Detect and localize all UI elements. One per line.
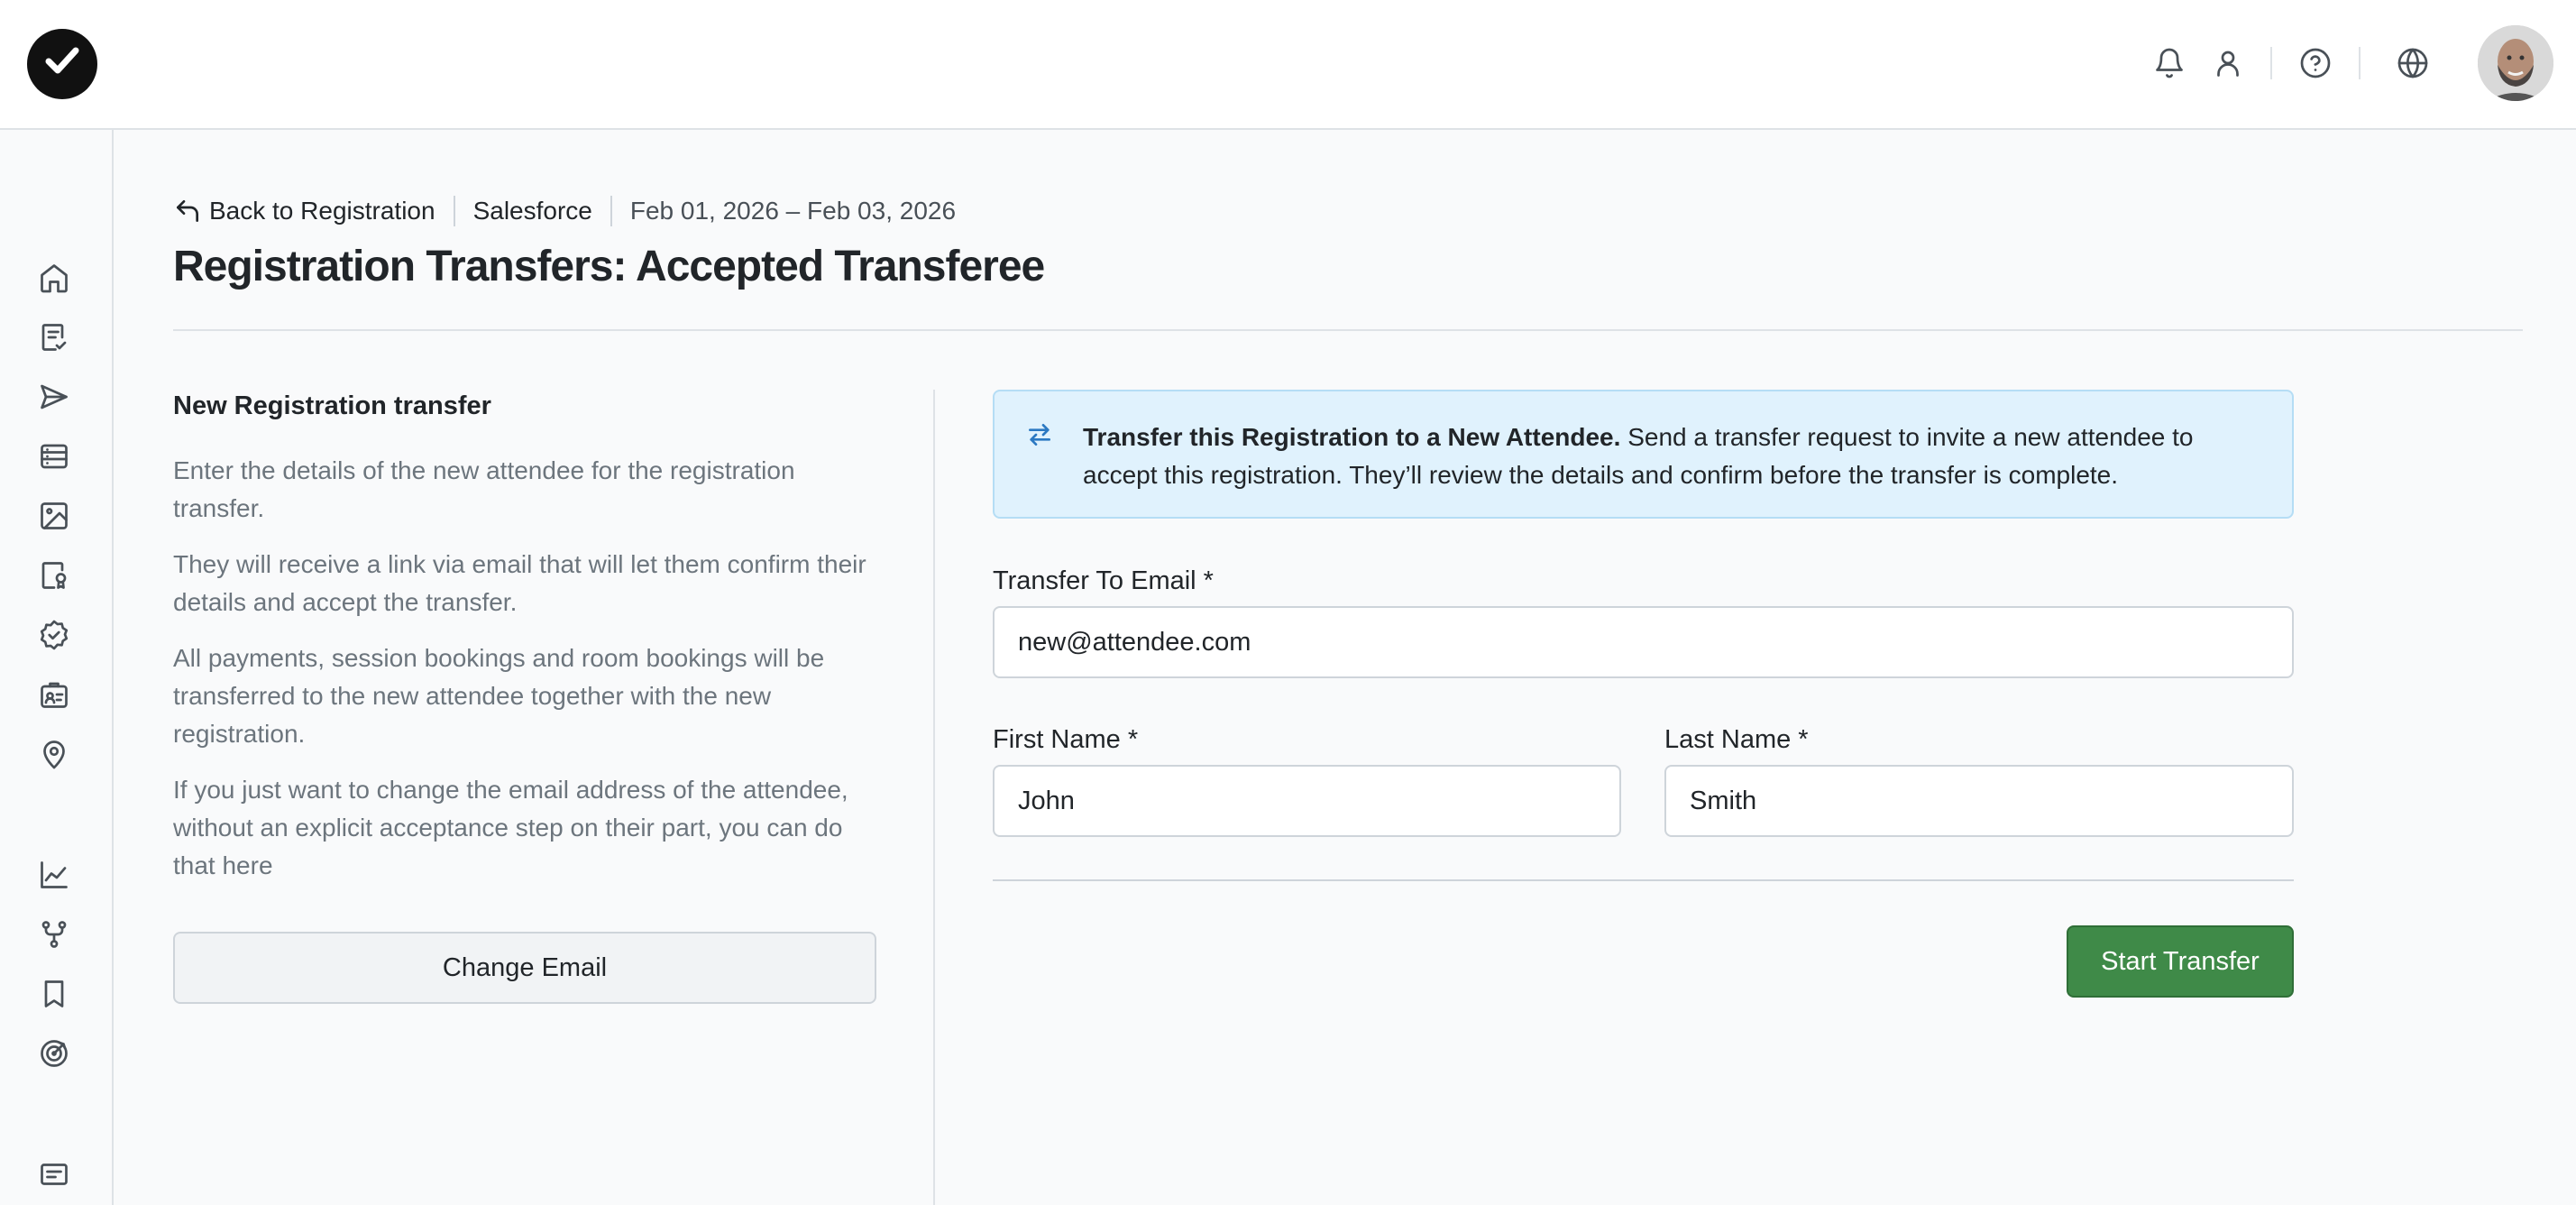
section-title: New Registration transfer <box>173 391 491 420</box>
sidebar <box>0 130 114 1205</box>
column-divider <box>933 390 935 1205</box>
back-to-registration-link[interactable]: Back to Registration <box>173 197 435 225</box>
help-icon[interactable] <box>2299 47 2332 79</box>
checklist-icon[interactable] <box>38 321 70 354</box>
breadcrumb-divider <box>610 196 612 226</box>
globe-icon[interactable] <box>2397 47 2429 79</box>
user-icon[interactable] <box>2212 47 2244 79</box>
header-divider <box>2359 47 2361 79</box>
check-logo-icon[interactable] <box>27 29 97 99</box>
breadcrumb-divider <box>453 196 455 226</box>
header-divider <box>2270 47 2272 79</box>
first-name-field[interactable] <box>993 765 1621 837</box>
avatar[interactable] <box>2478 25 2553 101</box>
last-name-field[interactable] <box>1664 765 2294 837</box>
alert-message: Transfer this Registration to a New Atte… <box>1083 419 2273 494</box>
instruction-paragraph: If you just want to change the email add… <box>173 776 848 879</box>
instruction-paragraph: Enter the details of the new attendee fo… <box>173 456 795 522</box>
breadcrumb: Back to Registration Salesforce Feb 01, … <box>173 193 956 229</box>
email-label: Transfer To Email * <box>993 566 1214 595</box>
last-name-label: Last Name * <box>1664 725 1809 754</box>
start-transfer-button[interactable]: Start Transfer <box>2067 925 2294 998</box>
bookmark-icon[interactable] <box>38 978 70 1010</box>
list-icon[interactable] <box>38 440 70 473</box>
info-alert: Transfer this Registration to a New Atte… <box>993 390 2294 519</box>
home-icon[interactable] <box>38 262 70 294</box>
form-divider <box>993 879 2294 881</box>
back-link-label: Back to Registration <box>209 197 435 225</box>
target-icon[interactable] <box>38 1037 70 1070</box>
top-bar <box>0 0 2576 130</box>
location-icon[interactable] <box>38 738 70 770</box>
change-email-button[interactable]: Change Email <box>173 932 876 1004</box>
instruction-paragraph: They will receive a link via email that … <box>173 550 866 616</box>
page-title: Registration Transfers: Accepted Transfe… <box>173 243 1045 290</box>
alert-title: Transfer this Registration to a New Atte… <box>1083 423 1621 451</box>
breadcrumb-dates: Feb 01, 2026 – Feb 03, 2026 <box>629 197 957 225</box>
back-arrow-icon <box>177 200 198 222</box>
send-icon[interactable] <box>38 381 70 413</box>
main-content: Back to Registration Salesforce Feb 01, … <box>114 130 2576 1205</box>
badge-icon[interactable] <box>38 559 70 592</box>
image-icon[interactable] <box>38 500 70 532</box>
first-name-label: First Name * <box>993 725 1139 754</box>
verified-icon[interactable] <box>38 619 70 651</box>
header-divider-line <box>173 329 2523 331</box>
instruction-paragraph: All payments, session bookings and room … <box>173 644 825 748</box>
chart-icon[interactable] <box>38 859 70 891</box>
email-field[interactable] <box>993 606 2294 678</box>
bell-icon[interactable] <box>2153 47 2186 79</box>
id-card-icon[interactable] <box>38 678 70 711</box>
instructions-panel: New Registration transfer Enter the deta… <box>173 391 876 903</box>
branch-icon[interactable] <box>38 918 70 951</box>
message-icon[interactable] <box>38 1158 70 1191</box>
breadcrumb-event: Salesforce <box>472 197 592 225</box>
transfer-arrows-icon <box>1025 420 1054 449</box>
